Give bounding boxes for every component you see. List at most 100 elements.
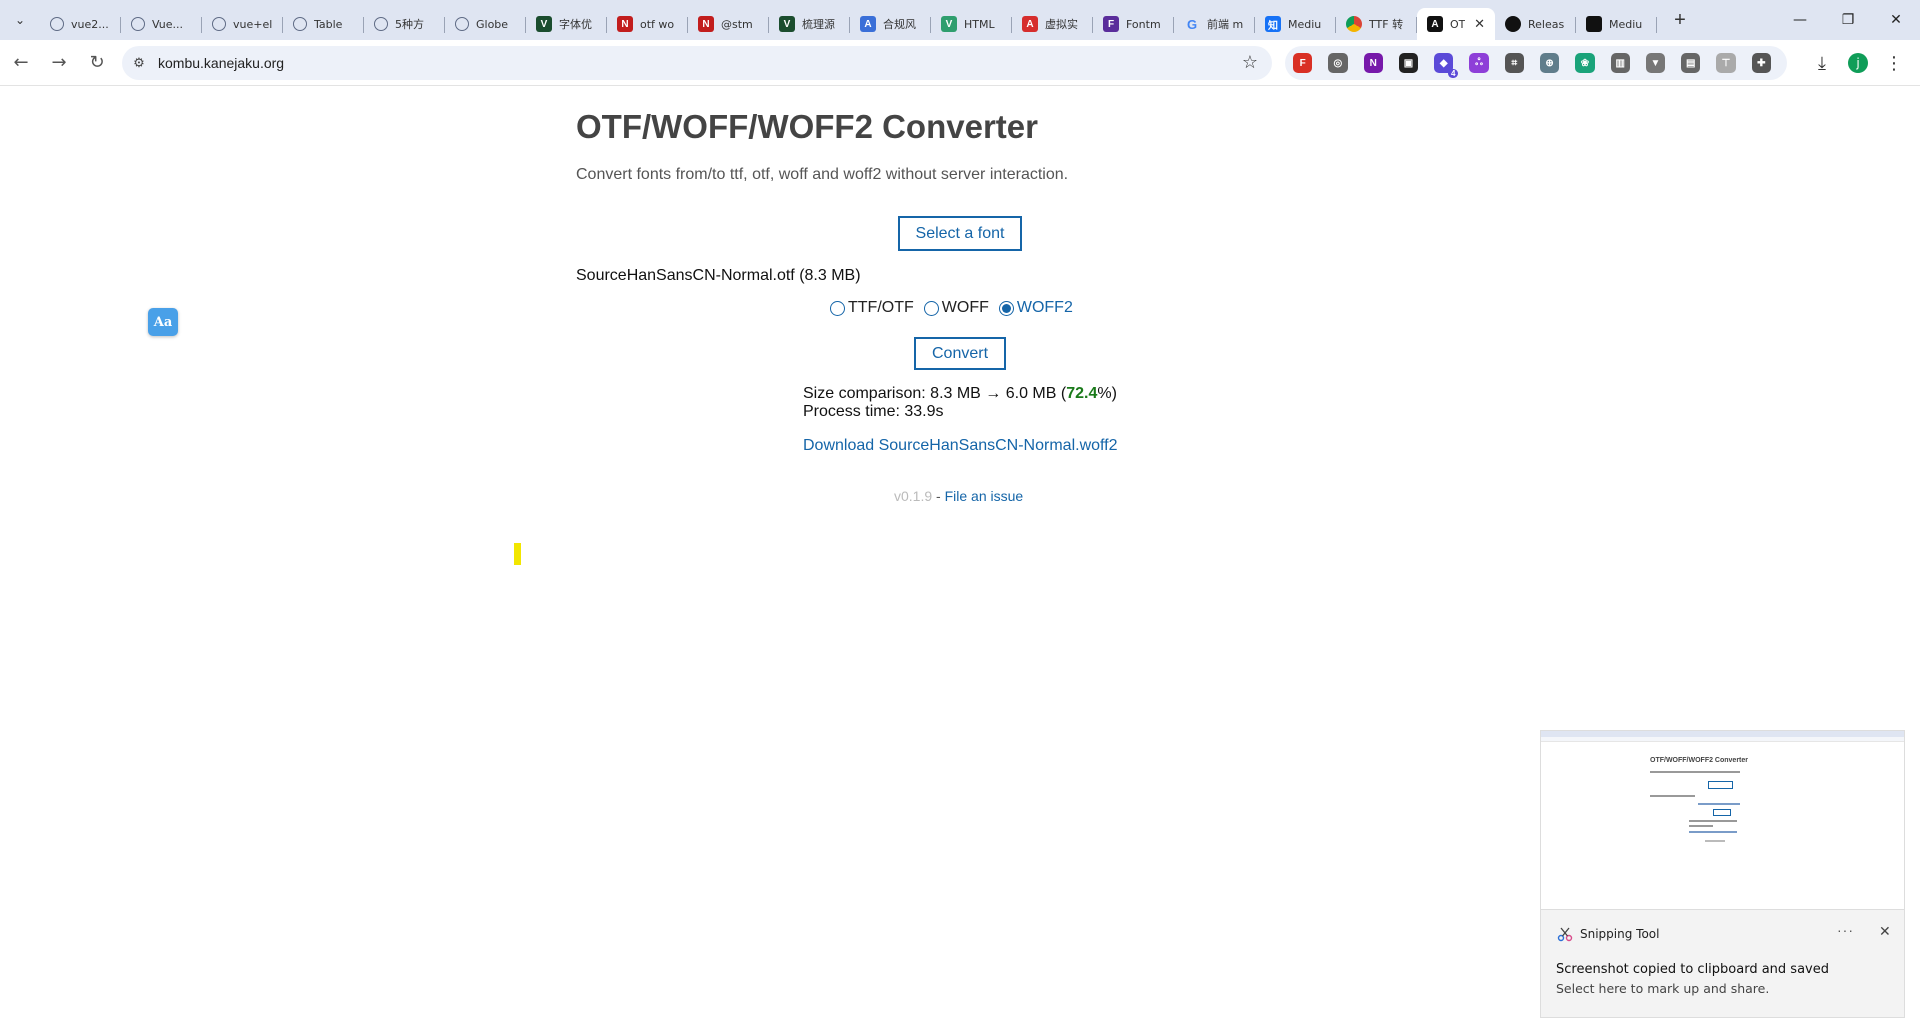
toast-message: Screenshot copied to clipboard and saved [1556, 962, 1829, 977]
tab-title: @stm [721, 17, 753, 31]
browser-tab[interactable]: A 合规风 [850, 8, 931, 40]
tab-close-icon[interactable]: ✕ [1474, 16, 1485, 32]
extension-glyph: N [1369, 57, 1377, 69]
browser-tab[interactable]: F Fontm [1093, 8, 1174, 40]
browser-tab[interactable]: vue+el [202, 8, 283, 40]
tab-search-chevron-icon[interactable]: ⌄ [0, 0, 40, 40]
browser-tab[interactable]: 知 Mediu [1255, 8, 1336, 40]
browser-tab[interactable]: 5种方 [364, 8, 445, 40]
url-text[interactable]: kombu.kanejaku.org [158, 55, 284, 71]
back-button[interactable]: ← [4, 46, 38, 80]
forward-button[interactable]: → [42, 46, 76, 80]
openai-icon [374, 17, 388, 31]
tab-title: 虚拟实 [1045, 18, 1078, 31]
browser-tab[interactable]: A OT ✕ [1417, 8, 1495, 40]
format-option-ttf-otf[interactable]: TTF/OTF [830, 299, 914, 317]
toast-more-options-icon[interactable]: ··· [1837, 922, 1854, 938]
browser-tab[interactable]: Vue... [121, 8, 202, 40]
select-font-button[interactable]: Select a font [898, 216, 1022, 251]
shield-extension-icon[interactable]: ⊕ [1539, 53, 1560, 73]
stack-extension-icon[interactable]: ◆ 4 [1434, 53, 1459, 78]
image-extension-icon[interactable]: ▤ [1681, 53, 1701, 73]
toast-sub-message: Select here to mark up and share. [1556, 981, 1770, 996]
format-option-woff[interactable]: WOFF [923, 299, 989, 317]
screenshot-thumbnail[interactable]: OTF/WOFF/WOFF2 Converter [1540, 730, 1905, 910]
onenote-extension-icon[interactable]: N [1363, 53, 1383, 73]
thumbnail-result-line [1689, 820, 1737, 822]
size-ratio: 72.4 [1066, 385, 1098, 402]
trash-extension-icon[interactable]: ▥ [1610, 53, 1630, 73]
vue-devtools-extension-icon[interactable]: ▼ [1645, 53, 1666, 73]
globe-icon [455, 17, 469, 31]
tab-title: 梳理源 [802, 18, 835, 31]
extension-badge: 4 [1447, 69, 1459, 78]
browser-tab[interactable]: Notf wo [607, 8, 688, 40]
download-link[interactable]: Download SourceHanSansCN-Normal.woff2 [803, 437, 1118, 455]
tab-title: 前端 m [1207, 18, 1244, 31]
version-label: v0.1.9 [894, 488, 933, 504]
browser-tab[interactable]: vue2... [40, 8, 121, 40]
browser-tab[interactable]: V 字体优 [526, 8, 607, 40]
selected-file-info: SourceHanSansCN-Normal.otf (8.3 MB) [576, 267, 861, 284]
font-tool-aa-button[interactable]: Aa [148, 308, 178, 336]
globe-icon [50, 17, 64, 31]
f-icon: F [1103, 16, 1119, 32]
toast-close-icon[interactable]: ✕ [1879, 924, 1891, 940]
globe-icon [293, 17, 307, 31]
browser-tab[interactable]: Table [283, 8, 364, 40]
extensions-puzzle-icon[interactable]: ✚ [1751, 53, 1771, 73]
site-info-icon[interactable]: ⚙ [122, 55, 156, 71]
radio-button[interactable] [998, 300, 1014, 316]
tab-title: Globe [476, 17, 509, 31]
translate-extension-icon[interactable]: ஃ [1469, 53, 1489, 73]
browser-tab[interactable]: Mediu [1576, 8, 1657, 40]
n-icon: N [698, 16, 714, 32]
extension-glyph: ▤ [1686, 57, 1696, 69]
browser-tab[interactable]: Globe [445, 8, 526, 40]
profile-avatar[interactable]: j [1848, 53, 1868, 73]
convert-button[interactable]: Convert [914, 337, 1006, 370]
radio-button[interactable] [830, 300, 845, 316]
address-bar[interactable]: ⚙ kombu.kanejaku.org ☆ [122, 46, 1272, 80]
size-comparison-prefix: Size comparison: 8.3 MB → 6.0 MB ( [803, 385, 1067, 402]
reload-button[interactable]: ↻ [80, 46, 114, 80]
conversion-result: Size comparison: 8.3 MB → 6.0 MB (72.4%)… [803, 385, 1117, 421]
download-icon[interactable]: ⤓ [1804, 46, 1840, 80]
browser-tab[interactable]: V HTML [931, 8, 1012, 40]
file-issue-link[interactable]: File an issue [945, 488, 1024, 504]
filter-extension-icon[interactable]: ⊤ [1716, 53, 1736, 73]
extensions-area: F ◎ N ▣ ◆ 4 ஃ ⌗ ⊕ ❀ ▥ ▼ ▤ ⊤ ✚ [1285, 46, 1787, 80]
window-controls: — ❐ ✕ [1776, 0, 1920, 40]
highlight-cursor-marker [514, 543, 521, 565]
medium-icon [1586, 16, 1602, 32]
toast-app-name: Snipping Tool [1580, 927, 1660, 941]
tab-title: Releas [1528, 17, 1565, 31]
puzzle-dark-extension-icon[interactable]: ▣ [1398, 53, 1419, 73]
menu-kebab-icon[interactable]: ⋮ [1876, 46, 1912, 80]
fire-extension-icon[interactable]: F [1293, 53, 1313, 73]
minimize-button[interactable]: — [1776, 0, 1824, 40]
format-option-woff2[interactable]: WOFF2 [998, 299, 1073, 317]
bookmark-star-icon[interactable]: ☆ [1242, 52, 1258, 73]
tab-title: Vue... [152, 17, 184, 31]
browser-tab[interactable]: N @stm [688, 8, 769, 40]
leaf-extension-icon[interactable]: ❀ [1575, 53, 1595, 73]
extension-glyph: ⊤ [1721, 57, 1731, 69]
thumbnail-convert-button [1713, 809, 1731, 816]
close-window-button[interactable]: ✕ [1872, 0, 1920, 40]
a-icon: A [1022, 16, 1038, 32]
browser-tab[interactable]: V 梳理源 [769, 8, 850, 40]
browser-tab[interactable]: G 前端 m [1174, 8, 1255, 40]
extension-glyph: ◎ [1333, 57, 1343, 69]
new-tab-button[interactable]: + [1665, 5, 1695, 35]
globe-extension-icon[interactable]: ◎ [1328, 53, 1348, 73]
radio-button[interactable] [923, 300, 939, 316]
github-icon [1505, 16, 1521, 32]
browser-tab[interactable]: TTF 转 [1336, 8, 1417, 40]
browser-tab[interactable]: Releas [1495, 8, 1576, 40]
snipping-tool-toast[interactable]: Snipping Tool ··· ✕ Screenshot copied to… [1540, 910, 1905, 1018]
crop-extension-icon[interactable]: ⌗ [1504, 53, 1524, 73]
format-radio-group: TTF/OTF WOFF WOFF2 [830, 299, 1073, 317]
browser-tab[interactable]: A 虚拟实 [1012, 8, 1093, 40]
restore-button[interactable]: ❐ [1824, 0, 1872, 40]
